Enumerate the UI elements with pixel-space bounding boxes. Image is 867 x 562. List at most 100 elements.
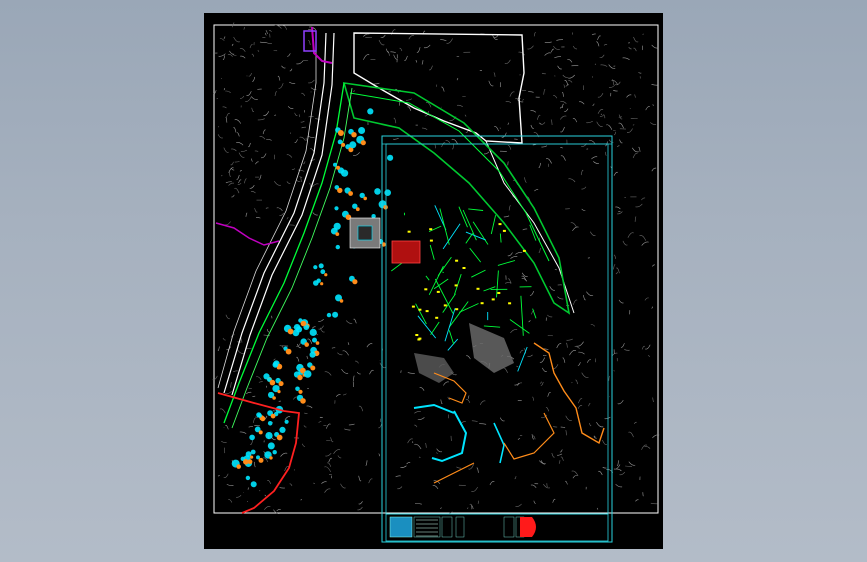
contour-line — [572, 45, 578, 50]
contour-line — [560, 147, 563, 149]
contour-line — [266, 42, 272, 44]
contour-line — [296, 342, 301, 348]
contour-line — [324, 466, 331, 473]
contour-line — [296, 356, 300, 362]
pipe-marker — [418, 308, 422, 311]
contour-line — [556, 343, 562, 349]
contour-line — [291, 168, 296, 170]
contour-line — [608, 375, 610, 381]
contour-line — [547, 392, 551, 397]
contour-line — [597, 35, 601, 40]
contour-line — [558, 460, 561, 464]
contour-line — [617, 211, 623, 215]
contour-line — [286, 217, 289, 220]
contour-line — [554, 56, 562, 59]
contour-line — [234, 119, 242, 124]
pipe-marker — [429, 239, 433, 242]
contour-line — [246, 91, 252, 96]
contour-line — [616, 468, 622, 472]
contour-line — [244, 178, 247, 184]
contour-line — [289, 81, 296, 84]
contour-line — [529, 290, 534, 296]
contour-line — [591, 156, 598, 160]
building-footprint — [249, 434, 255, 441]
contour-line — [613, 370, 615, 372]
contour-line — [282, 25, 287, 30]
building-footprint-accent — [260, 416, 266, 422]
building-footprint — [309, 328, 317, 336]
contour-line — [321, 481, 327, 484]
contour-line — [502, 367, 508, 374]
contour-line — [216, 98, 218, 100]
contour-line — [229, 50, 235, 55]
contour-line — [225, 181, 232, 184]
pipe-marker — [491, 298, 495, 301]
contour-line — [257, 118, 265, 121]
pipe-segment — [448, 330, 455, 345]
pipe-marker — [417, 338, 421, 341]
contour-line — [599, 114, 605, 117]
contour-line — [613, 90, 618, 92]
contour-line — [635, 203, 643, 208]
contour-line — [531, 434, 535, 440]
contour-line — [572, 226, 579, 232]
magenta-boundary-2 — [215, 222, 280, 246]
pipe-marker — [436, 290, 440, 293]
contour-line — [628, 461, 636, 466]
site-plan-drawing — [212, 22, 660, 543]
pipe-marker — [498, 223, 502, 226]
contour-line — [251, 53, 255, 57]
contour-line — [333, 449, 341, 455]
contour-line — [306, 355, 309, 359]
contour-line — [618, 122, 624, 129]
contour-line — [489, 481, 495, 486]
contour-line — [246, 391, 252, 394]
cad-drawing-canvas[interactable] — [204, 13, 663, 549]
contour-line — [652, 264, 655, 267]
pipe-segment — [448, 301, 469, 328]
contour-line — [233, 370, 238, 372]
contour-line — [504, 59, 511, 65]
contour-line — [248, 426, 254, 428]
contour-line — [421, 127, 428, 130]
contour-line — [311, 326, 316, 329]
contour-line — [602, 439, 608, 445]
contour-line — [408, 35, 415, 40]
building-footprint-accent — [276, 366, 280, 370]
contour-line — [594, 63, 597, 65]
contour-line — [274, 24, 282, 29]
contour-line — [596, 507, 599, 510]
contour-line — [568, 80, 573, 83]
contour-line — [645, 344, 651, 350]
contour-line — [278, 83, 284, 89]
building-footprint — [313, 265, 318, 270]
contour-line — [624, 349, 630, 351]
contour-line — [544, 52, 552, 56]
contour-line — [318, 318, 324, 322]
contour-line — [562, 74, 569, 78]
contour-line — [281, 65, 286, 69]
contour-line — [510, 329, 518, 334]
contour-line — [390, 51, 396, 53]
contour-line — [234, 187, 240, 194]
contour-line — [286, 154, 293, 158]
building-footprint — [245, 475, 251, 481]
contour-line — [258, 174, 262, 180]
contour-line — [616, 460, 619, 466]
contour-line — [222, 106, 227, 109]
pipe-marker — [476, 287, 480, 290]
contour-line — [552, 498, 556, 503]
contour-line — [310, 148, 315, 152]
pipe-segment — [517, 346, 528, 372]
contour-line — [239, 48, 246, 52]
building-footprint — [349, 141, 357, 149]
contour-line — [343, 393, 347, 396]
building-footprint — [333, 162, 337, 167]
contour-line — [564, 80, 569, 86]
contour-line — [378, 39, 385, 46]
contour-line — [483, 151, 490, 155]
contour-line — [425, 442, 427, 448]
pipe-segment — [442, 223, 461, 250]
contour-line — [264, 506, 271, 510]
contour-line — [353, 375, 355, 382]
